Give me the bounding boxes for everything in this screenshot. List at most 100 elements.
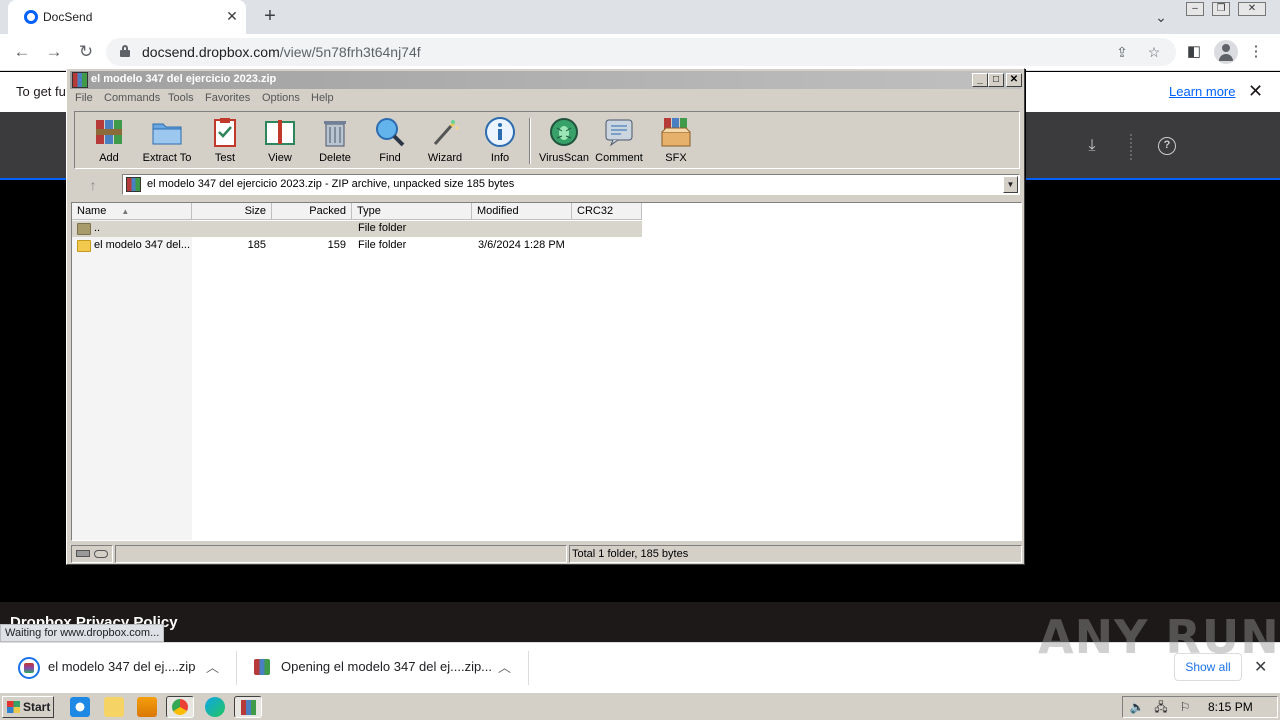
up-folder-arrow-icon[interactable]: ↑ (74, 174, 112, 196)
winrar-taskbar-button[interactable] (234, 696, 262, 718)
info-button[interactable]: Info (474, 116, 526, 166)
winrar-icon (241, 700, 256, 715)
help-icon[interactable]: ? (1158, 137, 1176, 155)
wizard-wand-icon (433, 120, 459, 145)
browser-tab-strip: DocSend ✕ + ⌄ – ❐ ✕ (0, 0, 1280, 34)
tab-docsend[interactable]: DocSend ✕ (8, 0, 246, 34)
learn-more-link[interactable]: Learn more (1169, 84, 1235, 99)
side-panel-icon[interactable]: ◧ (1182, 40, 1206, 64)
file-list[interactable]: Name ▲ Size Packed Type Modified CRC32 .… (71, 202, 1022, 541)
media-player-icon[interactable] (137, 697, 157, 717)
winrar-address-row: ↑ el modelo 347 del ejercicio 2023.zip -… (74, 174, 1020, 196)
action-center-flag-icon[interactable]: ⚐ (1177, 700, 1193, 714)
extract-to-button[interactable]: Extract To (141, 116, 193, 166)
winrar-menubar: File Commands Tools Favorites Options He… (70, 90, 1021, 108)
address-bar[interactable]: docsend.dropbox.com/view/5n78frh3t64nj74… (106, 38, 1176, 66)
anyrun-watermark: ANY RUN (1038, 610, 1280, 664)
forward-arrow-icon[interactable]: → (42, 40, 66, 64)
banner-close-icon[interactable]: ✕ (1248, 81, 1263, 102)
menu-options[interactable]: Options (262, 92, 300, 104)
docsend-favicon-icon (24, 10, 38, 24)
sfx-button[interactable]: SFX (650, 116, 702, 166)
menu-favorites[interactable]: Favorites (205, 92, 250, 104)
new-tab-button[interactable]: + (258, 4, 282, 28)
menu-tools[interactable]: Tools (168, 92, 194, 104)
folder-icon (77, 240, 91, 252)
download-icon[interactable]: ⤓ (1082, 136, 1102, 156)
reload-icon[interactable]: ↻ (74, 40, 98, 64)
banner-text: To get fu (16, 84, 66, 99)
volume-icon[interactable]: 🔈 (1129, 700, 1145, 714)
chrome-icon (172, 699, 188, 715)
list-item[interactable]: el modelo 347 del... 185 159 File folder… (72, 238, 642, 254)
status-icons (71, 545, 113, 563)
system-clock[interactable]: 8:15 PM (1208, 700, 1253, 714)
comment-button[interactable]: Comment (593, 116, 645, 166)
shelf-divider (528, 651, 529, 685)
tab-close-icon[interactable]: ✕ (222, 6, 242, 26)
start-button[interactable]: Start (2, 696, 54, 718)
tab-search-chevron-icon[interactable]: ⌄ (1150, 6, 1172, 28)
menu-file[interactable]: File (75, 92, 93, 104)
col-packed[interactable]: Packed (272, 203, 352, 220)
info-icon (485, 117, 515, 147)
share-icon[interactable]: ⇪ (1112, 42, 1132, 62)
col-size[interactable]: Size (192, 203, 272, 220)
chrome-taskbar-button[interactable] (166, 696, 194, 718)
winrar-window: el modelo 347 del ejercicio 2023.zip _ □… (66, 68, 1025, 565)
winrar-close-icon[interactable]: ✕ (1006, 73, 1022, 87)
browser-toolbar: ← → ↻ docsend.dropbox.com/view/5n78frh3t… (0, 34, 1280, 71)
winrar-minimize-icon[interactable]: _ (972, 73, 988, 87)
winrar-titlebar[interactable]: el modelo 347 del ejercicio 2023.zip _ □… (70, 71, 1022, 89)
comment-icon (605, 119, 633, 147)
back-arrow-icon[interactable]: ← (10, 40, 34, 64)
explorer-folder-icon[interactable] (104, 697, 124, 717)
download-filename: el modelo 347 del ej....zip (48, 659, 196, 674)
view-book-icon (265, 120, 295, 145)
drive-icon[interactable] (76, 550, 90, 557)
bookmark-star-icon[interactable]: ☆ (1144, 42, 1164, 62)
download-item-zip[interactable]: el modelo 347 del ej....zip ︿ (0, 643, 236, 693)
menu-help[interactable]: Help (311, 92, 334, 104)
ie-icon[interactable] (70, 697, 90, 717)
dropdown-arrow-icon[interactable]: ▼ (1003, 176, 1018, 193)
sfx-box-icon (661, 118, 691, 147)
add-button[interactable]: Add (83, 116, 135, 166)
col-type[interactable]: Type (352, 203, 472, 220)
col-modified[interactable]: Modified (472, 203, 572, 220)
download-item-opening[interactable]: Opening el modelo 347 del ej....zip... ︿ (236, 643, 528, 693)
window-close-icon[interactable]: ✕ (1238, 2, 1266, 16)
test-clipboard-icon (214, 118, 236, 147)
download-status-text: Opening el modelo 347 del ej....zip... (281, 659, 493, 674)
lock-icon[interactable] (120, 45, 130, 57)
loading-status: Waiting for www.dropbox.com... (0, 624, 165, 642)
winrar-statusbar: Total 1 folder, 185 bytes (71, 545, 1022, 563)
winrar-maximize-icon[interactable]: □ (988, 73, 1004, 87)
winrar-title: el modelo 347 del ejercicio 2023.zip (91, 73, 277, 85)
col-crc32[interactable]: CRC32 (572, 203, 642, 220)
winrar-toolbar: Add Extract To Test View Delete Find Wiz… (74, 111, 1020, 169)
network-icon[interactable]: 🖧 (1153, 700, 1169, 714)
tab-title: DocSend (43, 10, 93, 24)
list-item[interactable]: .. File folder (72, 221, 642, 237)
system-tray: 🔈 🖧 ⚐ (1122, 696, 1278, 718)
extract-folder-icon (152, 123, 182, 145)
windows-taskbar: Start 🔈 🖧 ⚐ 8:15 PM (0, 692, 1280, 720)
key-icon[interactable] (94, 550, 108, 558)
download-progress-icon (18, 657, 40, 679)
profile-avatar-icon[interactable] (1214, 40, 1238, 64)
url-text[interactable]: docsend.dropbox.com/view/5n78frh3t64nj74… (142, 44, 421, 60)
edge-icon[interactable] (205, 697, 225, 717)
col-name[interactable]: Name ▲ (72, 203, 192, 220)
chevron-up-icon[interactable]: ︿ (206, 657, 219, 676)
archive-icon (126, 177, 141, 192)
chrome-menu-icon[interactable]: ⋮ (1244, 40, 1268, 64)
archive-path-combo[interactable]: el modelo 347 del ejercicio 2023.zip - Z… (122, 174, 1020, 195)
restore-icon[interactable]: ❐ (1212, 2, 1230, 16)
winrar-app-icon (72, 72, 88, 88)
parent-folder-icon (77, 223, 91, 235)
find-magnifier-icon (376, 118, 405, 147)
chevron-up-icon[interactable]: ︿ (498, 657, 511, 676)
minimize-icon[interactable]: – (1186, 2, 1204, 16)
menu-commands[interactable]: Commands (104, 92, 160, 104)
